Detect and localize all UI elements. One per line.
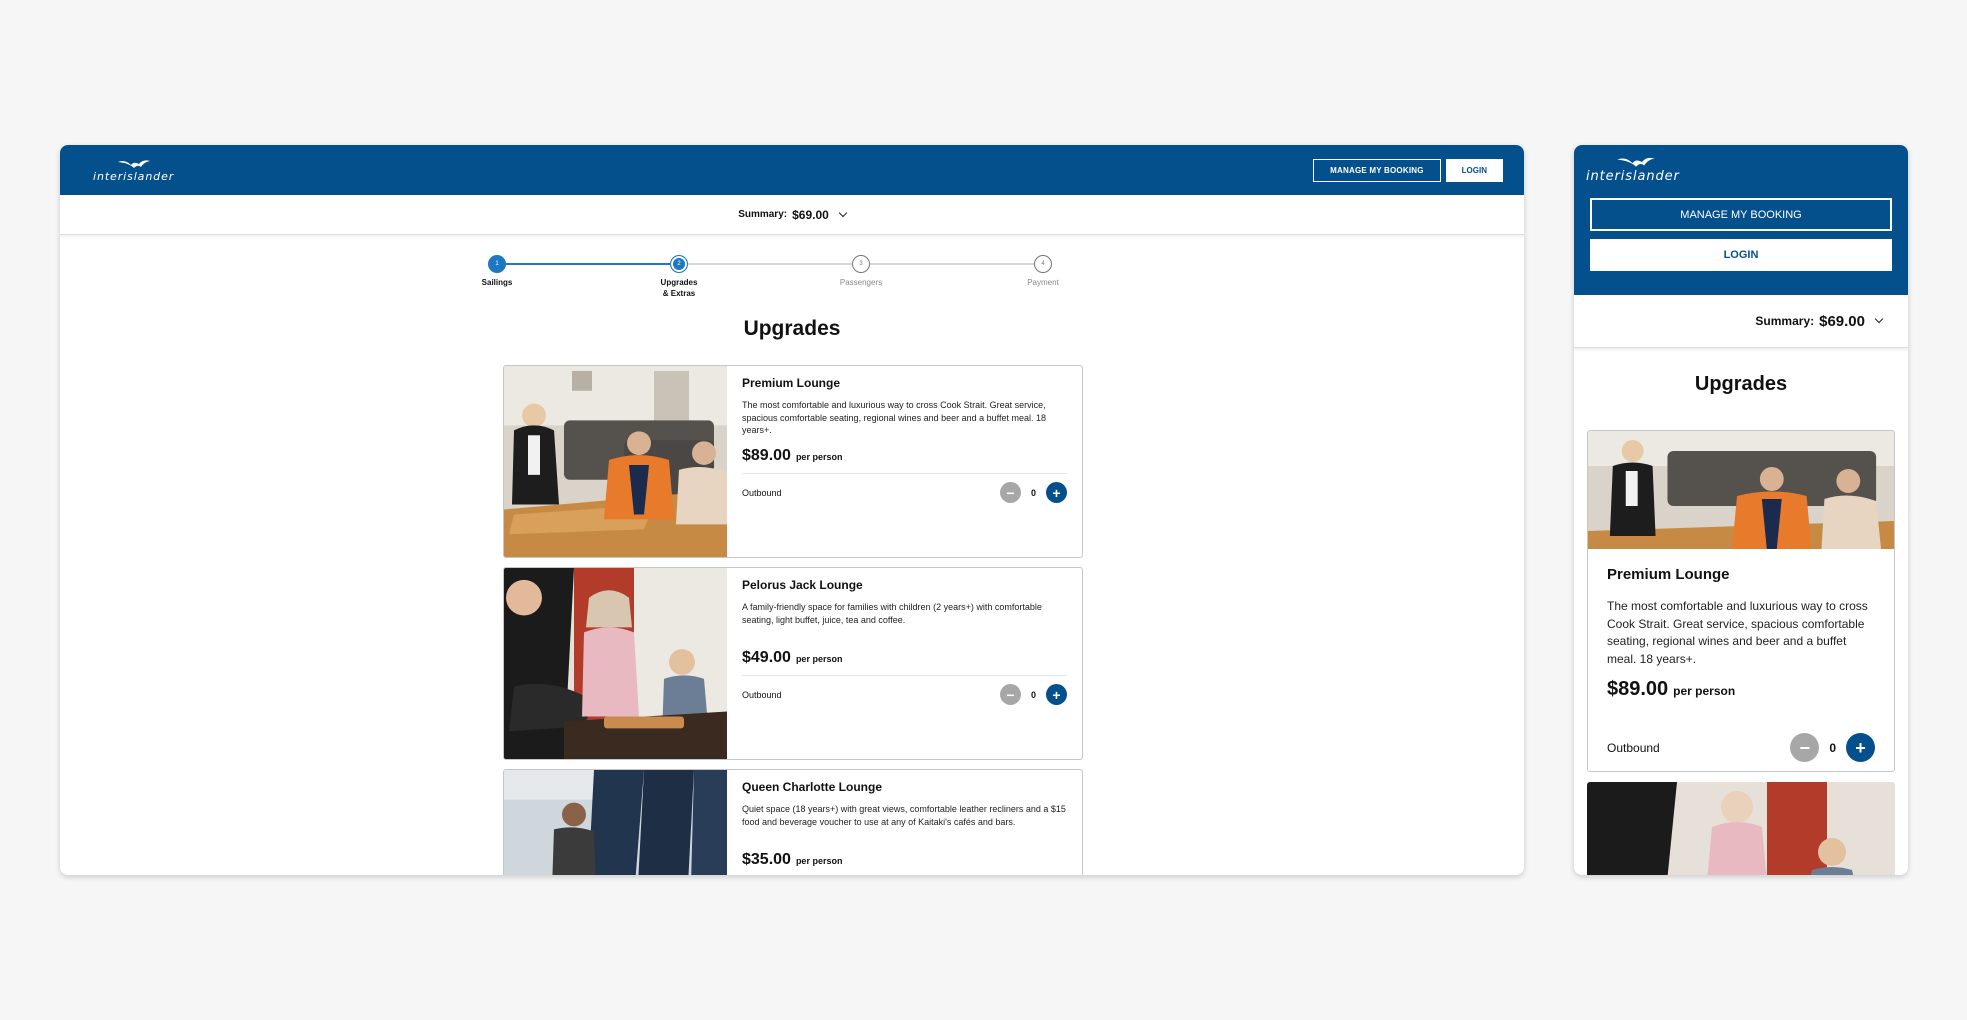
step-dot: 2 [670, 255, 688, 273]
booking-summary[interactable]: Summary: $69.00 [1574, 295, 1908, 348]
queen-charlotte-lounge-photo [504, 770, 727, 875]
quantity-value: 0 [1030, 487, 1036, 498]
upgrade-title: Queen Charlotte Lounge [742, 780, 883, 794]
upgrade-card-premium-lounge: Premium Lounge The most comfortable and … [503, 365, 1083, 558]
premium-lounge-photo [1588, 431, 1894, 549]
upgrade-description: The most comfortable and luxurious way t… [1607, 599, 1868, 666]
step-passengers: 3 Passengers [826, 253, 896, 288]
step-label: Passengers [839, 278, 883, 287]
upgrade-card-queen-charlotte-lounge: Queen Charlotte Lounge Quiet space (18 y… [503, 769, 1083, 875]
upgrade-price: $35.00 [742, 851, 791, 868]
manage-booking-button[interactable]: MANAGE MY BOOKING [1313, 158, 1441, 182]
summary-amount: $69.00 [792, 207, 829, 222]
page-title: Upgrades [743, 317, 841, 340]
step-label: Payment [1027, 278, 1059, 287]
site-header: interislander MANAGE MY BOOKING LOGIN [60, 145, 1524, 195]
step-label-line2: & Extras [662, 289, 696, 298]
plus-icon[interactable]: + [1046, 482, 1067, 503]
page-title: Upgrades [1694, 373, 1788, 395]
brand-logo[interactable]: interislander [1586, 155, 1892, 184]
plus-icon[interactable]: + [1046, 684, 1067, 705]
quantity-value: 0 [1829, 740, 1836, 755]
mobile-header: interislander MANAGE MY BOOKING LOGIN [1574, 145, 1908, 295]
step-upgrades-extras[interactable]: 2 Upgrades & Extras [644, 253, 714, 299]
quantity-value: 0 [1030, 689, 1036, 700]
upgrade-description: Quiet space (18 years+) with great views… [742, 804, 1066, 827]
manage-booking-button[interactable]: MANAGE MY BOOKING [1590, 198, 1892, 231]
price-unit: per person [795, 856, 843, 866]
price-unit: per person [795, 452, 843, 462]
upgrade-list: Premium Lounge The most comfortable and … [503, 365, 1083, 875]
upgrade-price: $89.00 [1607, 678, 1669, 700]
price-unit: per person [1673, 684, 1736, 698]
premium-lounge-photo [504, 366, 727, 557]
step-payment: 4 Payment [1008, 253, 1078, 288]
login-button[interactable]: LOGIN [1590, 239, 1892, 271]
mobile-view: interislander MANAGE MY BOOKING LOGIN Su… [1574, 145, 1908, 875]
bird-logo-icon [117, 159, 150, 168]
upgrade-title: Premium Lounge [1607, 566, 1730, 583]
upgrade-description: A family-friendly space for families wit… [742, 602, 1042, 625]
pelorus-jack-lounge-photo [1587, 782, 1895, 875]
step-label: Sailings [481, 278, 513, 287]
bird-logo-icon [1617, 157, 1655, 167]
minus-icon[interactable]: − [999, 482, 1021, 503]
step-sailings[interactable]: 1 Sailings [462, 253, 532, 288]
brand-logo[interactable]: interislander [93, 158, 174, 183]
upgrade-description: The most comfortable and luxurious way t… [742, 400, 1047, 435]
chevron-down-icon[interactable] [1874, 314, 1884, 324]
step-dot: 1 [488, 255, 506, 273]
login-button[interactable]: LOGIN [1445, 158, 1503, 182]
minus-icon[interactable]: − [1790, 733, 1820, 762]
leg-label: Outbound [1607, 740, 1660, 755]
brand-name: interislander [93, 169, 175, 183]
minus-icon[interactable]: − [999, 684, 1021, 705]
step-dot: 4 [1034, 255, 1052, 273]
quantity-stepper: − 0 + [1790, 733, 1875, 762]
quantity-stepper: − 0 + [999, 684, 1067, 705]
upgrade-title: Premium Lounge [742, 376, 841, 390]
upgrade-title: Pelorus Jack Lounge [742, 578, 863, 592]
desktop-view: interislander MANAGE MY BOOKING LOGIN Su… [60, 145, 1524, 875]
leg-label: Outbound [742, 689, 782, 700]
brand-name: interislander [1586, 169, 1680, 184]
progress-stepper: 1 Sailings 2 Upgrades & Extras 3 Passeng… [482, 253, 1059, 303]
quantity-stepper: − 0 + [999, 482, 1067, 503]
summary-label: Summary: [738, 209, 788, 220]
pelorus-jack-lounge-photo [504, 568, 727, 759]
summary-label: Summary: [1755, 314, 1815, 328]
upgrade-card-premium-lounge: Premium Lounge The most comfortable and … [1587, 430, 1895, 772]
chevron-down-icon[interactable] [838, 208, 848, 217]
step-dot: 3 [852, 255, 870, 273]
price-unit: per person [795, 654, 843, 664]
summary-amount: $69.00 [1819, 312, 1865, 330]
booking-summary[interactable]: Summary: $69.00 [60, 195, 1524, 235]
step-label: Upgrades & Extras [644, 277, 714, 299]
plus-icon[interactable]: + [1846, 733, 1875, 762]
step-label-line1: Upgrades [660, 278, 698, 287]
upgrade-price: $49.00 [742, 649, 791, 666]
leg-label: Outbound [742, 487, 782, 498]
upgrade-card-pelorus-jack-lounge: Pelorus Jack Lounge A family-friendly sp… [503, 567, 1083, 760]
upgrade-price: $89.00 [742, 447, 791, 464]
